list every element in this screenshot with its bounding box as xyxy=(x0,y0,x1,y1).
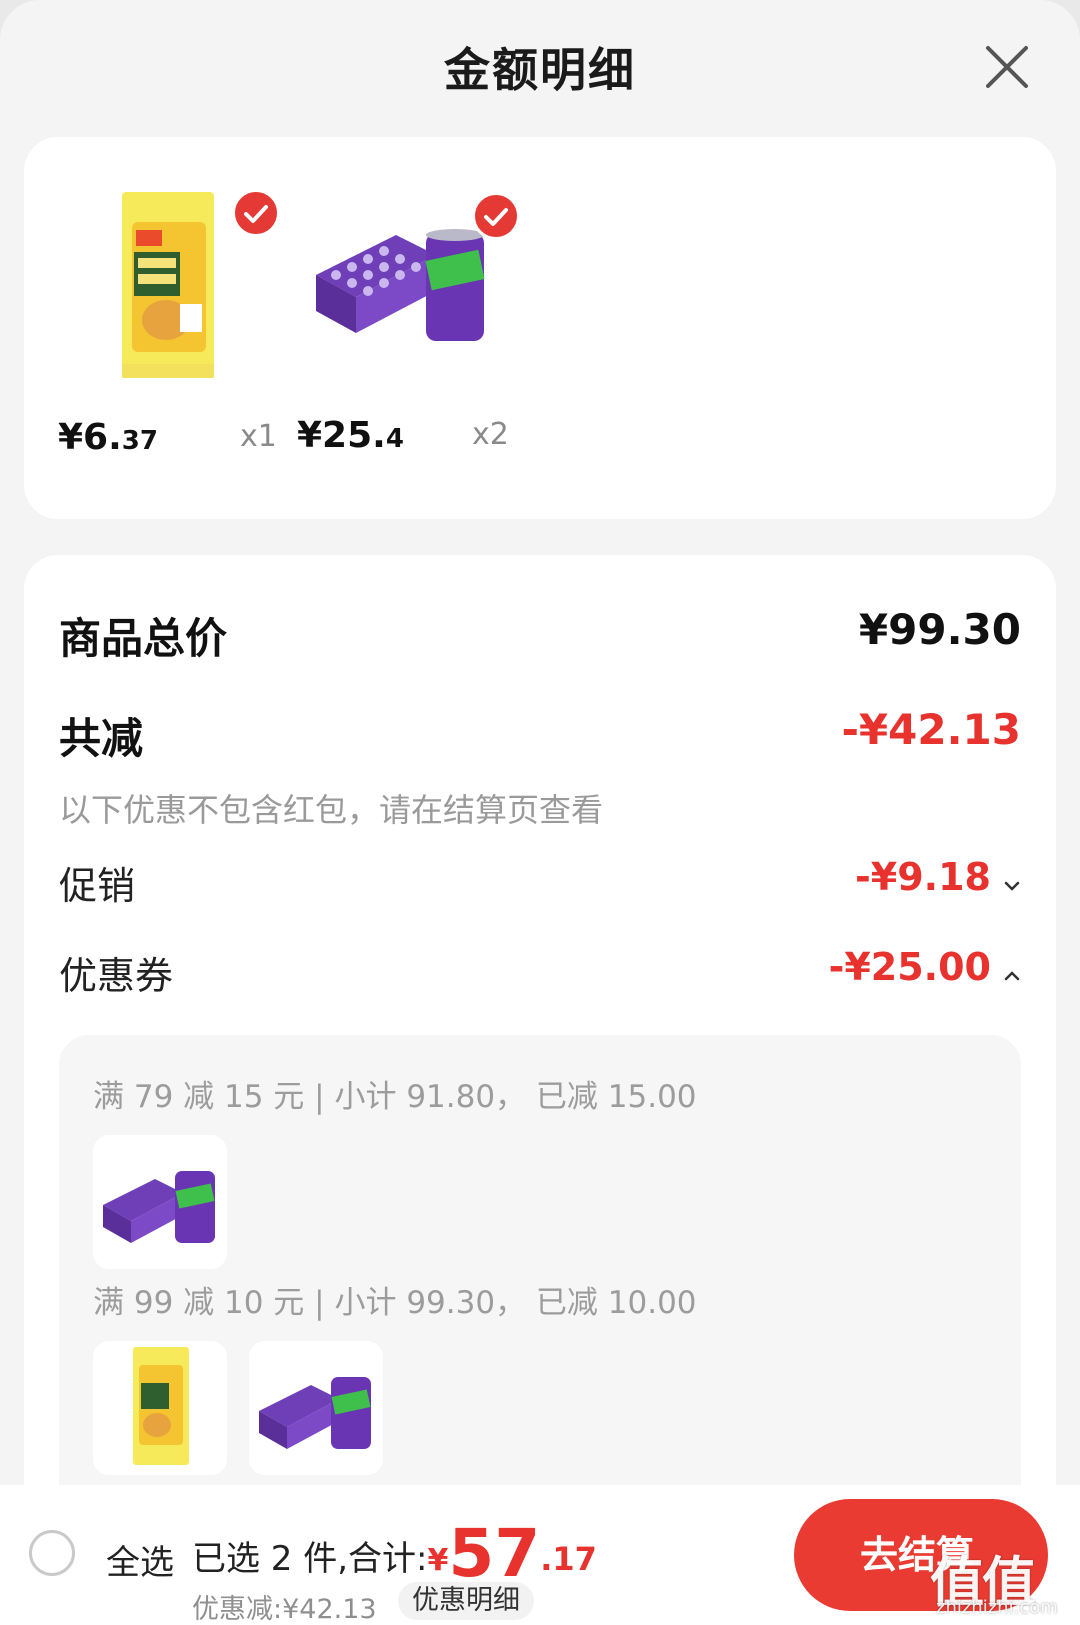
amount-detail-sheet: 金额明细 ¥6.37 x1 ¥25.4 x2 商品总价 ¥99.30 共减 -¥… xyxy=(0,0,1080,1625)
page-title: 金额明细 xyxy=(444,43,636,97)
selected-products-card: ¥6.37 x1 ¥25.4 x2 xyxy=(24,137,1056,519)
promo-value: -¥9.18 xyxy=(855,855,991,899)
selected-summary: 已选 2 件,合计:¥57.17 xyxy=(192,1515,597,1592)
total-integer: 57 xyxy=(448,1515,541,1592)
coupon-rule-2: 满 99 减 10 元 | 小计 99.30， 已减 10.00 xyxy=(93,1285,697,1321)
total-value: ¥99.30 xyxy=(858,605,1021,654)
total-label: 商品总价 xyxy=(59,614,228,663)
reduce-value: -¥42.13 xyxy=(841,705,1021,754)
selected-count-text: 已选 2 件,合计: xyxy=(192,1539,428,1579)
promo-label: 促销 xyxy=(59,864,136,908)
coupon-row-toggle[interactable]: -¥25.00 xyxy=(829,945,1021,989)
total-currency: ¥ xyxy=(427,1543,449,1578)
coupon-detail-panel: 满 79 减 15 元 | 小计 91.80， 已减 15.00 满 99 减 … xyxy=(59,1035,1021,1555)
check-icon[interactable] xyxy=(472,192,520,240)
coupon-label: 优惠券 xyxy=(59,954,174,998)
price-detail-card: 商品总价 ¥99.30 共减 -¥42.13 以下优惠不包含红包，请在结算页查看… xyxy=(24,555,1056,1625)
watermark-url: zhizhizhi.com xyxy=(936,1597,1058,1618)
coupon-rule-1: 满 79 减 15 元 | 小计 91.80， 已减 15.00 xyxy=(93,1079,697,1115)
check-icon[interactable] xyxy=(232,189,280,237)
product-price: ¥25.4 xyxy=(297,415,404,456)
product-quantity: x2 xyxy=(472,417,509,452)
product-quantity: x1 xyxy=(240,419,277,454)
coupon-value: -¥25.00 xyxy=(828,945,991,989)
product-image-soda xyxy=(316,215,496,415)
coupon-product-thumb-soda xyxy=(93,1135,227,1269)
select-all-radio[interactable] xyxy=(29,1530,75,1576)
coupon-product-thumb-snack xyxy=(93,1341,227,1475)
sheet-header: 金额明细 xyxy=(0,0,1080,135)
close-icon[interactable] xyxy=(982,42,1032,92)
discount-note: 以下优惠不包含红包，请在结算页查看 xyxy=(59,791,604,829)
coupon-product-thumb-soda xyxy=(249,1341,383,1475)
total-decimal: .17 xyxy=(540,1540,597,1578)
product-item-soda[interactable]: ¥25.4 x2 xyxy=(294,137,554,519)
product-price: ¥6.37 xyxy=(58,417,158,458)
chevron-down-icon xyxy=(1003,873,1021,898)
reduce-label: 共减 xyxy=(59,714,144,763)
promo-row-toggle[interactable]: -¥9.18 xyxy=(855,855,1021,899)
discount-detail-button[interactable]: 优惠明细 xyxy=(398,1582,534,1620)
checkout-bar: 全选 已选 2 件,合计:¥57.17 优惠减:¥42.13 优惠明细 去结算 xyxy=(0,1485,1080,1625)
discount-amount-text: 优惠减:¥42.13 xyxy=(192,1594,377,1625)
product-item-snack[interactable]: ¥6.37 x1 xyxy=(54,137,314,519)
select-all-label[interactable]: 全选 xyxy=(106,1535,174,1584)
chevron-up-icon xyxy=(1003,963,1021,988)
